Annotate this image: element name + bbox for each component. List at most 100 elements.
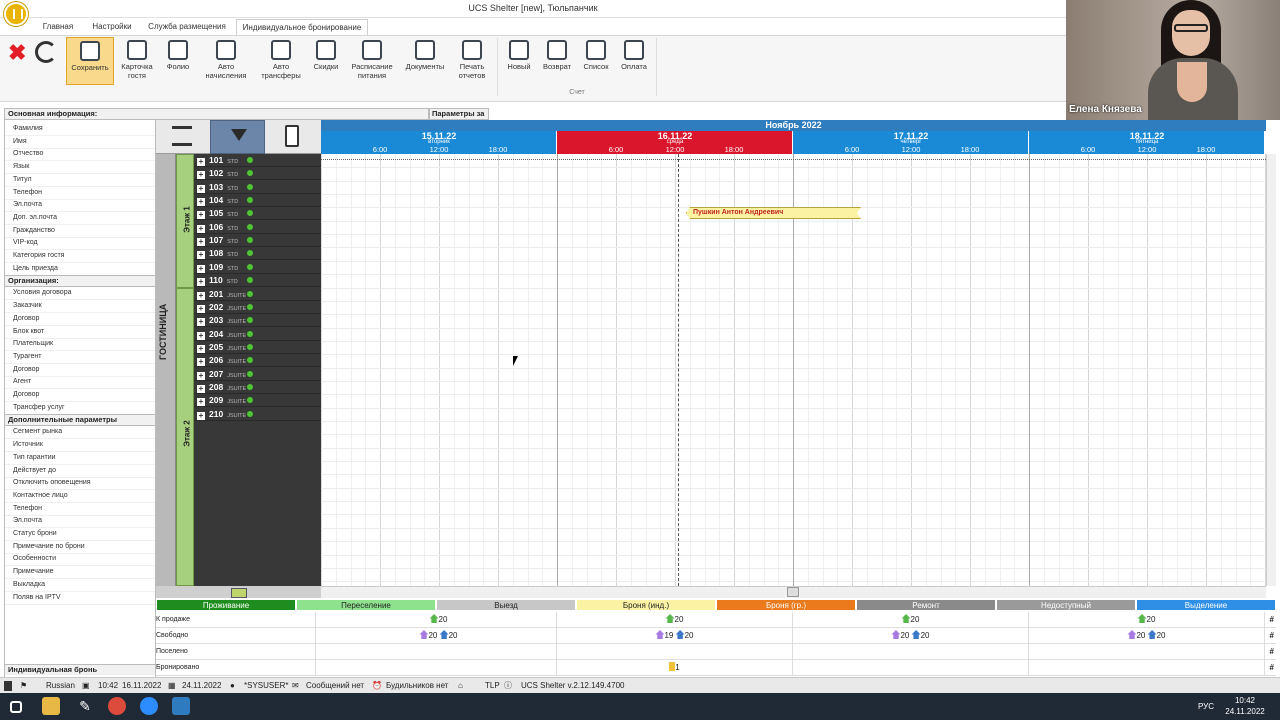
folio-button[interactable]: Фолио	[160, 37, 196, 87]
form-field-label[interactable]: Выкладка	[5, 579, 155, 592]
form-field-label[interactable]: Гражданство	[5, 225, 155, 238]
expand-plus-icon[interactable]: +	[197, 411, 205, 420]
tree-menu-icon[interactable]	[172, 126, 192, 146]
auto-transfers-button[interactable]: Авто трансферы	[258, 37, 304, 87]
form-field-label[interactable]: Поляв на IPTV	[5, 592, 155, 605]
form-field-label[interactable]: Контактное лицо	[5, 490, 155, 503]
booking-bar[interactable]: Пушкин Антон Андреевич	[686, 207, 861, 219]
form-field-label[interactable]: Категория гостя	[5, 250, 155, 263]
expand-plus-icon[interactable]: +	[197, 291, 205, 300]
form-field-label[interactable]: Имя	[5, 136, 155, 149]
expand-plus-icon[interactable]: +	[197, 331, 205, 340]
room-row[interactable]: +207 JSUITE	[194, 368, 321, 381]
tab-individual-booking[interactable]: Индивидуальное бронирование	[236, 19, 368, 35]
app-logo-icon[interactable]	[4, 2, 28, 26]
stats-expand[interactable]: #	[1270, 644, 1274, 660]
expand-plus-icon[interactable]: +	[197, 171, 205, 180]
stats-expand[interactable]: #	[1270, 660, 1274, 676]
room-row[interactable]: +108 STD	[194, 247, 321, 261]
form-field-label[interactable]: Телефон	[5, 503, 155, 516]
form-field-label[interactable]: Договор	[5, 389, 155, 402]
auto-charges-button[interactable]: Авто начисления	[200, 37, 252, 87]
scrollbar-thumb[interactable]	[787, 587, 799, 597]
form-field-label[interactable]: Тип гарантии	[5, 452, 155, 465]
form-field-label[interactable]: Турагент	[5, 351, 155, 364]
room-row[interactable]: +203 JSUITE	[194, 314, 321, 328]
return-button[interactable]: Возврат	[539, 37, 575, 87]
form-field-label[interactable]: Трансфер услуг	[5, 402, 155, 415]
form-field-label[interactable]: Титул	[5, 174, 155, 187]
form-field-label[interactable]: Особенности	[5, 553, 155, 567]
form-field-label[interactable]: Договор	[5, 364, 155, 377]
room-row[interactable]: +206 JSUITE	[194, 354, 321, 368]
clipboard-icon[interactable]	[285, 125, 299, 147]
form-field-label[interactable]: Договор	[5, 313, 155, 326]
room-row[interactable]: +210 JSUITE	[194, 408, 321, 421]
vertical-scrollbar[interactable]	[1266, 154, 1276, 586]
room-row[interactable]: +106 STD	[194, 221, 321, 234]
payment-button[interactable]: Оплата	[617, 37, 651, 87]
form-field-label[interactable]: Доп. эл.почта	[5, 212, 155, 225]
file-explorer-icon[interactable]	[42, 697, 60, 715]
expand-plus-icon[interactable]: +	[197, 304, 205, 313]
expand-plus-icon[interactable]: +	[197, 211, 205, 220]
form-field-label[interactable]: Условия договора	[5, 287, 155, 301]
bottom-tab[interactable]: Индивидуальная бронь	[5, 664, 155, 675]
new-account-button[interactable]: Новый	[503, 37, 535, 87]
room-row[interactable]: +104 STD	[194, 194, 321, 208]
form-field-label[interactable]: Блок квот	[5, 326, 155, 339]
room-row[interactable]: +101 STD	[194, 154, 321, 167]
guest-card-button[interactable]: Карточка гостя	[116, 37, 158, 87]
room-row[interactable]: +208 JSUITE	[194, 381, 321, 394]
documents-button[interactable]: Документы	[402, 37, 448, 87]
expand-plus-icon[interactable]: +	[197, 318, 205, 327]
room-row[interactable]: +110 STD	[194, 274, 321, 288]
expand-plus-icon[interactable]: +	[197, 358, 205, 367]
expand-plus-icon[interactable]: +	[197, 238, 205, 247]
room-row[interactable]: +107 STD	[194, 234, 321, 248]
filter-icon[interactable]	[210, 120, 265, 154]
form-field-label[interactable]: Эл.почта	[5, 199, 155, 213]
expand-plus-icon[interactable]: +	[197, 344, 205, 353]
tab-accommodation[interactable]: Служба размещения	[142, 19, 232, 35]
form-field-label[interactable]: Действует до	[5, 465, 155, 478]
refresh-icon[interactable]	[35, 41, 57, 63]
windows-start-icon[interactable]	[10, 701, 22, 713]
form-field-label[interactable]: Статус брони	[5, 528, 155, 541]
expand-plus-icon[interactable]: +	[197, 251, 205, 260]
room-row[interactable]: +201 JSUITE	[194, 288, 321, 301]
expand-plus-icon[interactable]: +	[197, 184, 205, 193]
tab-settings[interactable]: Настройки	[84, 19, 140, 35]
room-row[interactable]: +204 JSUITE	[194, 328, 321, 341]
form-field-label[interactable]: Примечание по брони	[5, 541, 155, 554]
form-field-label[interactable]: Цель приезда	[5, 263, 155, 276]
room-row[interactable]: +105 STD	[194, 207, 321, 221]
day-header[interactable]: 18.11.22 пятница 6:00 12:00 18:00	[1029, 131, 1265, 154]
form-field-label[interactable]: Примечание	[5, 566, 155, 580]
room-row[interactable]: +202 JSUITE	[194, 301, 321, 314]
expand-plus-icon[interactable]: +	[197, 371, 205, 380]
save-button[interactable]: Сохранить	[66, 37, 114, 85]
day-header[interactable]: 16.11.22 среда 6:00 12:00 18:00	[557, 131, 793, 154]
stats-expand[interactable]: #	[1270, 628, 1274, 644]
form-field-label[interactable]: Телефон	[5, 187, 155, 200]
meal-schedule-button[interactable]: Расписание питания	[346, 37, 398, 87]
room-row[interactable]: +109 STD	[194, 261, 321, 274]
keyboard-language[interactable]: РУС	[1198, 701, 1214, 712]
form-field-label[interactable]: Плательщик	[5, 338, 155, 352]
expand-plus-icon[interactable]: +	[197, 198, 205, 207]
form-field-label[interactable]: Сегмент рынка	[5, 426, 155, 440]
form-field-label[interactable]: Отключить оповещения	[5, 477, 155, 491]
calendar-toggle-icon[interactable]	[156, 586, 321, 598]
room-row[interactable]: +102 STD	[194, 167, 321, 181]
form-field-label[interactable]: VIP-код	[5, 237, 155, 251]
form-field-label[interactable]: Отчество	[5, 148, 155, 162]
form-field-label[interactable]: Эл.почта	[5, 515, 155, 529]
stats-expand[interactable]: #	[1270, 612, 1274, 628]
expand-plus-icon[interactable]: +	[197, 278, 205, 287]
close-icon[interactable]: ✖	[8, 42, 26, 64]
expand-plus-icon[interactable]: +	[197, 398, 205, 407]
expand-plus-icon[interactable]: +	[197, 384, 205, 393]
zoom-icon[interactable]	[140, 697, 158, 715]
chrome-icon[interactable]	[108, 697, 126, 715]
